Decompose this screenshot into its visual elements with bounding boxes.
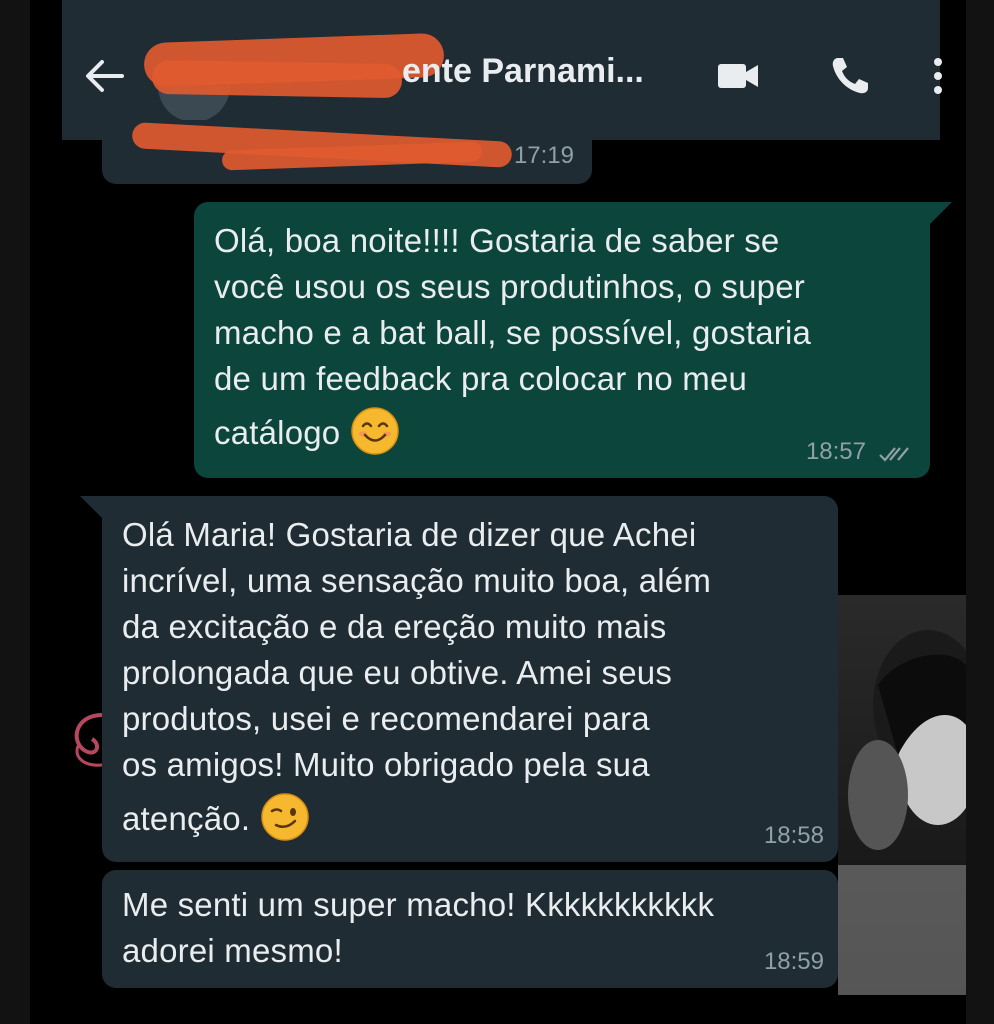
- phone-screen: ente Parnami... 17:19 Olá, boa noite!!!!…: [30, 0, 966, 1024]
- message-bubble-incoming[interactable]: 17:19: [102, 120, 592, 184]
- message-text: Me senti um super macho! Kkkkkkkkkkk ado…: [122, 882, 714, 974]
- message-line: Olá Maria! Gostaria de dizer que Achei: [122, 516, 697, 553]
- message-time: 18:59: [763, 948, 824, 975]
- message-line: catálogo: [214, 407, 811, 460]
- message-time: 18:57: [805, 438, 866, 465]
- message-line: Olá, boa noite!!!! Gostaria de saber se: [214, 222, 780, 259]
- wallpaper-photo: [838, 595, 966, 995]
- message-line: incrível, uma sensação muito boa, além: [122, 562, 712, 599]
- message-line: da excitação e da ereção muito mais: [122, 608, 667, 645]
- message-bubble-outgoing[interactable]: Olá, boa noite!!!! Gostaria de saber se …: [194, 202, 952, 478]
- message-bubble-incoming[interactable]: Olá Maria! Gostaria de dizer que Achei i…: [80, 496, 838, 862]
- message-line: produtos, usei e recomendarei para: [122, 700, 650, 737]
- message-line: adorei mesmo!: [122, 932, 343, 969]
- video-call-icon[interactable]: [716, 54, 760, 98]
- message-time: 18:58: [763, 822, 824, 849]
- message-line: os amigos! Muito obrigado pela sua: [122, 746, 650, 783]
- chat-area: 17:19 Olá, boa noite!!!! Gostaria de sab…: [30, 120, 966, 1024]
- message-text: Olá, boa noite!!!! Gostaria de saber se …: [214, 218, 811, 460]
- message-text: Olá Maria! Gostaria de dizer que Achei i…: [122, 512, 711, 846]
- message-line: Me senti um super macho! Kkkkkkkkkkk: [122, 886, 715, 923]
- wallpaper-swirl: [74, 713, 103, 767]
- chat-header: ente Parnami...: [62, 0, 942, 140]
- voice-call-icon[interactable]: [828, 54, 872, 98]
- message-line: prolongada que eu obtive. Amei seus: [122, 654, 673, 691]
- message-line: atenção.: [122, 793, 711, 846]
- message-bubble-incoming[interactable]: Me senti um super macho! Kkkkkkkkkkk ado…: [102, 870, 838, 988]
- redaction-mark: [151, 59, 403, 99]
- read-checkmarks-icon: [879, 447, 909, 462]
- smiling-face-icon: [351, 407, 399, 456]
- contact-name[interactable]: ente Parnami...: [402, 52, 644, 91]
- more-options-icon[interactable]: [928, 54, 948, 98]
- winking-face-icon: [260, 793, 309, 842]
- message-line: você usou os seus produtinhos, o super: [214, 268, 805, 305]
- message-line: macho e a bat ball, se possível, gostari…: [214, 314, 812, 351]
- back-arrow-icon[interactable]: [82, 54, 126, 98]
- message-line-text: atenção.: [122, 800, 251, 837]
- message-line-text: catálogo: [214, 414, 341, 451]
- message-time: 17:19: [513, 142, 574, 169]
- message-line: de um feedback pra colocar no meu: [214, 360, 748, 397]
